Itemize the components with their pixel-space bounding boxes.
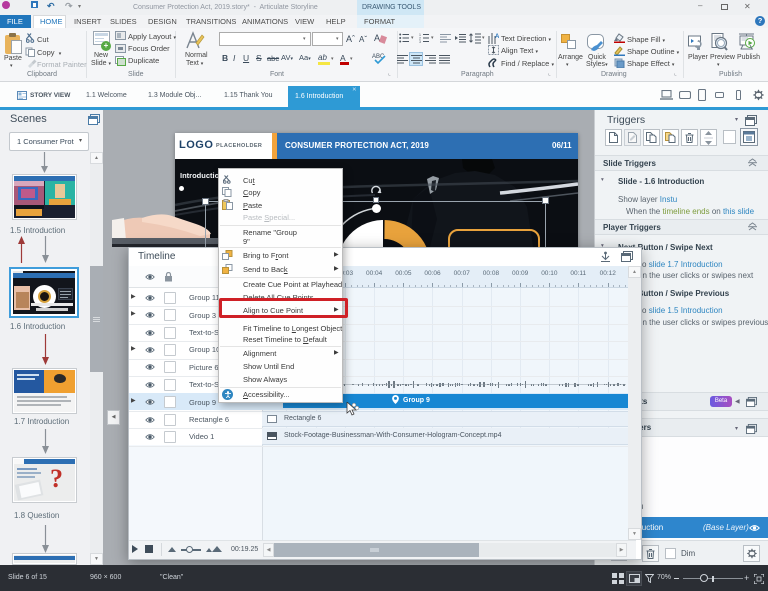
svg-text:3: 3: [419, 40, 421, 43]
svg-text:A: A: [495, 34, 499, 40]
